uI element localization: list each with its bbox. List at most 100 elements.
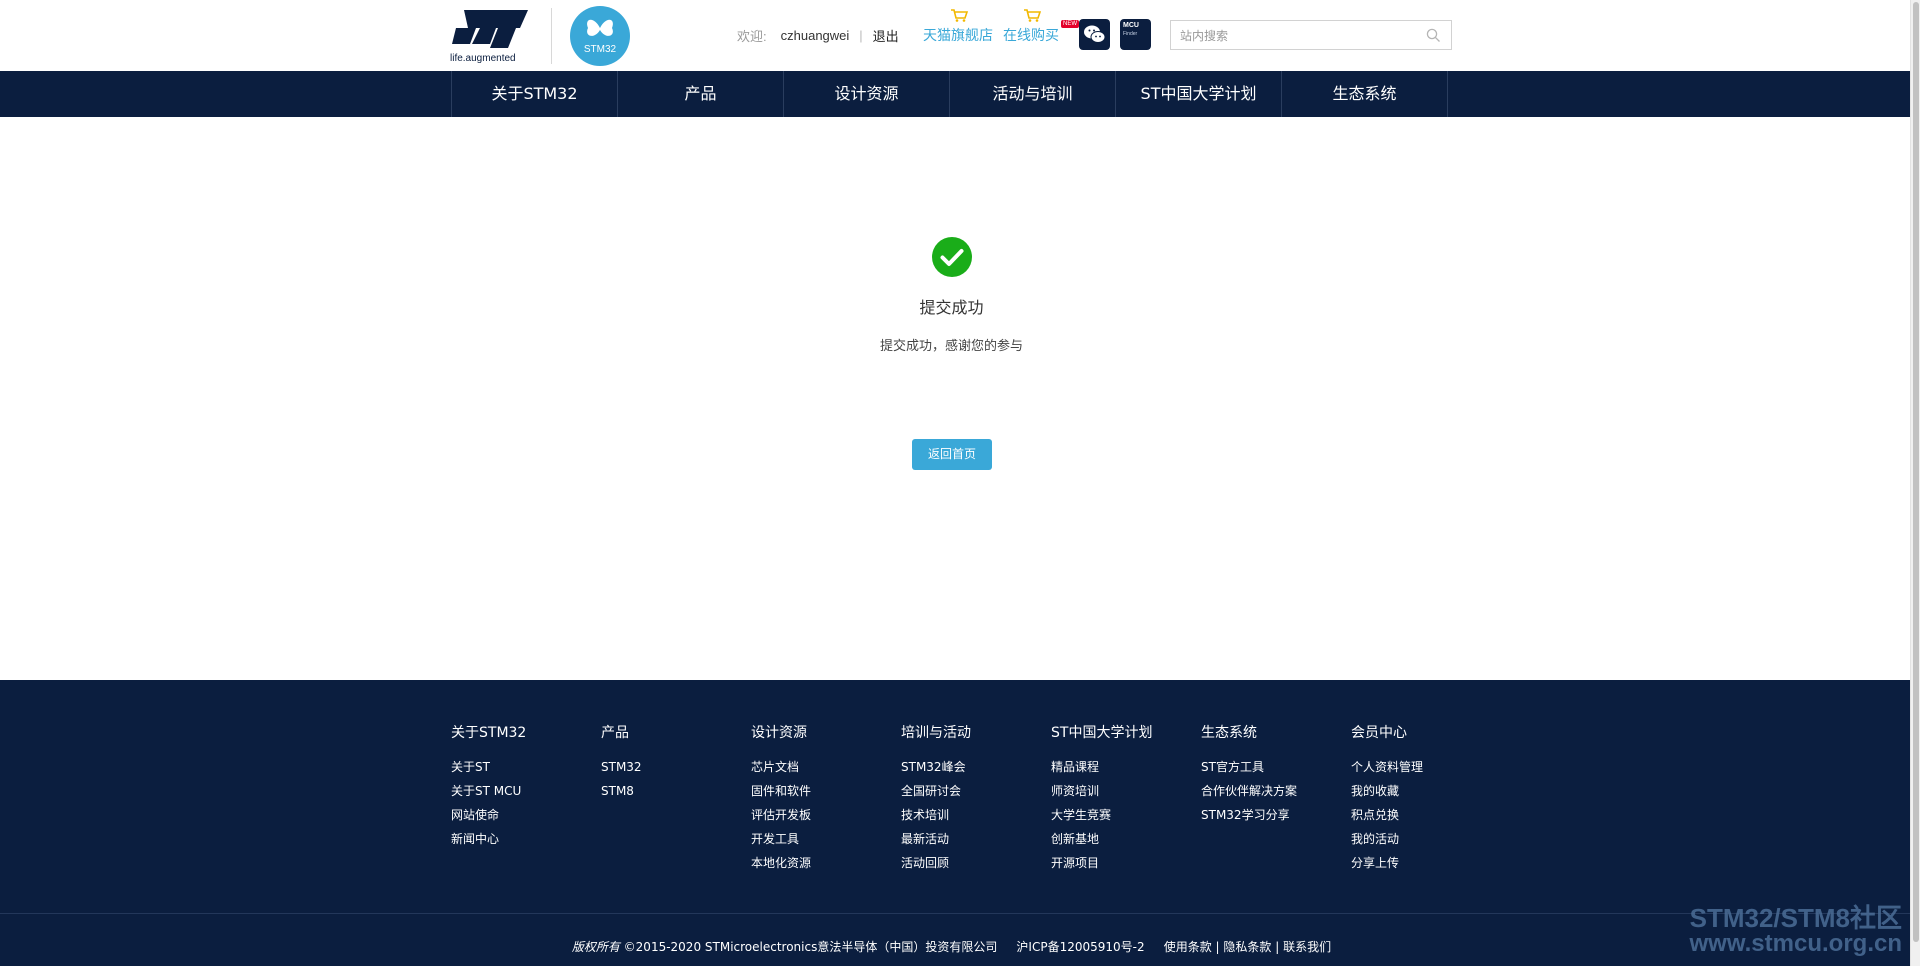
logout-link[interactable]: 退出 — [873, 26, 899, 45]
main-content: 提交成功 提交成功，感谢您的参与 返回首页 — [0, 117, 1910, 680]
footer-link[interactable]: 积点兑换 — [1351, 803, 1501, 827]
check-circle-icon — [932, 237, 972, 277]
copyright-text: ©2015-2020 STMicroelectronics意法半导体（中国）投资… — [623, 940, 998, 954]
terms-link[interactable]: 使用条款 — [1164, 940, 1212, 954]
footer-link[interactable]: 创新基地 — [1051, 827, 1201, 851]
footer-link[interactable]: 评估开发板 — [751, 803, 901, 827]
footer-column-title: 设计资源 — [751, 725, 807, 741]
footer-column: 设计资源芯片文档 固件和软件 评估开发板 开发工具 本地化资源 — [751, 722, 901, 875]
nav-item-events-training[interactable]: 活动与培训 — [950, 71, 1116, 117]
footer-link[interactable]: STM8 — [601, 779, 751, 803]
wechat-icon — [1084, 25, 1106, 43]
new-badge: NEW — [1061, 20, 1079, 28]
search-icon[interactable] — [1426, 28, 1441, 43]
mcu-finder-subtitle: Finder — [1123, 31, 1138, 37]
butterfly-icon — [587, 19, 613, 36]
svg-text:life.augmented: life.augmented — [450, 53, 516, 64]
nav-item-products[interactable]: 产品 — [618, 71, 784, 117]
nav-items: 关于STM32 产品 设计资源 活动与培训 ST中国大学计划 生态系统 — [451, 71, 1448, 117]
st-logo[interactable]: life.augmented — [450, 6, 534, 64]
footer-column: 会员中心个人资料管理 我的收藏 积点兑换 我的活动 分享上传 — [1351, 722, 1501, 875]
footer-link[interactable]: 关于ST MCU — [451, 779, 601, 803]
footer-link[interactable]: 个人资料管理 — [1351, 755, 1501, 779]
st-logo-icon: life.augmented — [450, 10, 528, 64]
footer-divider — [0, 913, 1910, 914]
main-nav: 关于STM32 产品 设计资源 活动与培训 ST中国大学计划 生态系统 — [0, 71, 1910, 117]
footer-link[interactable]: 最新活动 — [901, 827, 1051, 851]
contact-link[interactable]: 联系我们 — [1283, 940, 1331, 954]
footer-link[interactable]: 开源项目 — [1051, 851, 1201, 875]
copyright-bar: 版权所有 ©2015-2020 STMicroelectronics意法半导体（… — [0, 938, 1903, 955]
mcu-finder-title: MCU — [1123, 22, 1139, 29]
footer-column: ST中国大学计划精品课程 师资培训 大学生竞赛 创新基地 开源项目 — [1051, 722, 1201, 875]
site-header: life.augmented STM32 欢迎: czhuangwei | 退出… — [0, 0, 1910, 71]
copyright-prefix: 版权所有 — [571, 940, 620, 954]
footer-link[interactable]: 大学生竞赛 — [1051, 803, 1201, 827]
footer-link[interactable]: 新闻中心 — [451, 827, 601, 851]
online-buy-link[interactable]: NEW 在线购买 — [1003, 8, 1079, 48]
icp-link[interactable]: 沪ICP备12005910号-2 — [1016, 940, 1144, 954]
welcome-text: 欢迎: — [737, 28, 767, 44]
scrollbar-thumb[interactable] — [1913, 2, 1919, 942]
footer-link[interactable]: 精品课程 — [1051, 755, 1201, 779]
nav-item-ecosystem[interactable]: 生态系统 — [1282, 71, 1448, 117]
pipe-separator: | — [1275, 940, 1280, 954]
success-title: 提交成功 — [919, 298, 984, 317]
return-home-button[interactable]: 返回首页 — [912, 439, 992, 470]
footer-link[interactable]: STM32 — [601, 755, 751, 779]
footer-column: 产品 STM32 STM8 — [601, 722, 751, 875]
pipe-separator: | — [1215, 940, 1220, 954]
footer-column-title: 培训与活动 — [901, 725, 971, 741]
user-area: 欢迎: czhuangwei | 退出 — [737, 25, 899, 45]
stm32-logo[interactable]: STM32 — [570, 6, 630, 66]
footer-column: 培训与活动 STM32峰会 全国研讨会 技术培训 最新活动 活动回顾 — [901, 722, 1051, 875]
footer-link[interactable]: STM32学习分享 — [1201, 803, 1351, 827]
logo-divider — [551, 8, 552, 64]
footer-link[interactable]: 我的收藏 — [1351, 779, 1501, 803]
footer-link[interactable]: 开发工具 — [751, 827, 901, 851]
tmall-store-label: 天猫旗舰店 — [923, 27, 993, 43]
footer-link[interactable]: ST官方工具 — [1201, 755, 1351, 779]
footer-link[interactable]: 分享上传 — [1351, 851, 1501, 875]
wechat-button[interactable] — [1079, 19, 1110, 50]
mcu-finder-button[interactable]: MCU Finder — [1120, 19, 1151, 50]
footer-link[interactable]: 芯片文档 — [751, 755, 901, 779]
online-buy-label: 在线购买 — [1003, 27, 1059, 43]
footer-column-title: 生态系统 — [1201, 725, 1257, 741]
search-box — [1170, 20, 1452, 50]
footer-column-title: 关于STM32 — [451, 725, 527, 741]
watermark-line2: www.stmcu.org.cn — [1689, 930, 1902, 957]
footer-column-title: ST中国大学计划 — [1051, 725, 1153, 741]
search-input[interactable] — [1180, 27, 1420, 45]
footer-link[interactable]: 网站使命 — [451, 803, 601, 827]
cart-icon — [951, 9, 968, 22]
footer-link[interactable]: 我的活动 — [1351, 827, 1501, 851]
footer-link[interactable]: 技术培训 — [901, 803, 1051, 827]
watermark-line1: STM32/STM8社区 — [1689, 903, 1902, 933]
nav-item-design-resources[interactable]: 设计资源 — [784, 71, 950, 117]
footer-link[interactable]: 本地化资源 — [751, 851, 901, 875]
nav-item-about-stm32[interactable]: 关于STM32 — [452, 71, 618, 117]
footer-link[interactable]: 固件和软件 — [751, 779, 901, 803]
nav-item-university-program[interactable]: ST中国大学计划 — [1116, 71, 1282, 117]
footer-column-title: 产品 — [601, 725, 629, 741]
footer-column: 生态系统 ST官方工具 合作伙伴解决方案 STM32学习分享 — [1201, 722, 1351, 875]
cart-icon — [1024, 9, 1041, 22]
footer-column-title: 会员中心 — [1351, 725, 1407, 741]
tmall-store-link[interactable]: 天猫旗舰店 — [923, 8, 995, 48]
username-link[interactable]: czhuangwei — [781, 28, 850, 43]
page-scrollbar[interactable] — [1910, 0, 1920, 966]
footer-link[interactable]: 全国研讨会 — [901, 779, 1051, 803]
footer-link[interactable]: 活动回顾 — [901, 851, 1051, 875]
privacy-link[interactable]: 隐私条款 — [1223, 940, 1271, 954]
site-footer: 关于STM32 关于ST 关于ST MCU 网站使命 新闻中心 产品 STM32 STM8 设计… — [0, 680, 1910, 966]
footer-link[interactable]: 师资培训 — [1051, 779, 1201, 803]
separator: | — [859, 27, 863, 43]
stm32-badge-text: STM32 — [583, 44, 617, 55]
footer-link[interactable]: STM32峰会 — [901, 755, 1051, 779]
footer-link[interactable]: 合作伙伴解决方案 — [1201, 779, 1351, 803]
footer-link[interactable]: 关于ST — [451, 755, 601, 779]
footer-column: 关于STM32 关于ST 关于ST MCU 网站使命 新闻中心 — [451, 722, 601, 875]
footer-columns: 关于STM32 关于ST 关于ST MCU 网站使命 新闻中心 产品 STM32 STM8 设计… — [451, 722, 1501, 875]
watermark: STM32/STM8社区 www.stmcu.org.cn — [1690, 904, 1902, 956]
